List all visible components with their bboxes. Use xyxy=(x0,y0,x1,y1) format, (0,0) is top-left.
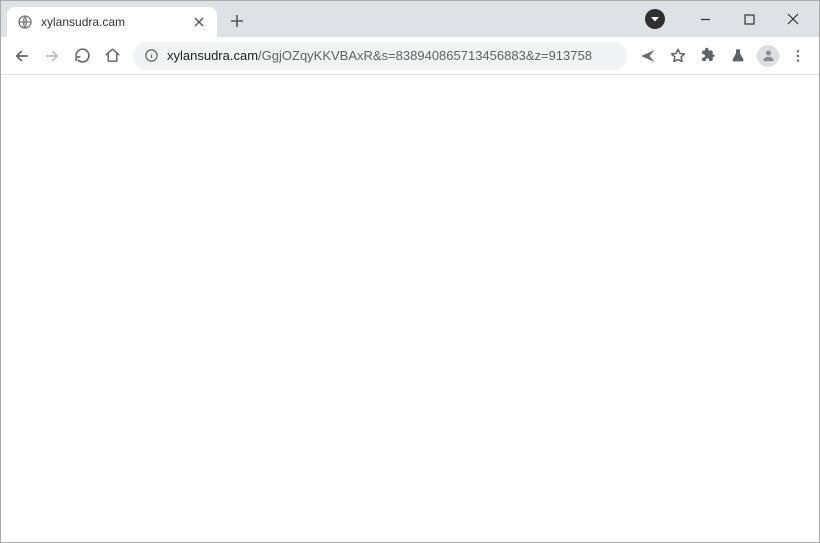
browser-tab[interactable]: xylansudra.cam xyxy=(7,7,217,37)
back-button[interactable] xyxy=(7,41,37,71)
extension-badge-icon[interactable] xyxy=(645,9,665,29)
site-info-icon[interactable] xyxy=(143,48,159,64)
url-domain: xylansudra.cam xyxy=(167,48,258,63)
page-content xyxy=(1,75,819,542)
send-icon[interactable] xyxy=(633,41,663,71)
bookmark-star-icon[interactable] xyxy=(663,41,693,71)
browser-toolbar: xylansudra.cam/GgjOZqyKKVBAxR&s=83894086… xyxy=(1,37,819,75)
tab-strip: xylansudra.cam xyxy=(1,1,645,37)
window-controls xyxy=(645,1,819,37)
minimize-button[interactable] xyxy=(683,5,727,33)
profile-avatar[interactable] xyxy=(753,41,783,71)
url-text: xylansudra.cam/GgjOZqyKKVBAxR&s=83894086… xyxy=(167,48,617,63)
person-icon xyxy=(757,45,779,67)
extensions-puzzle-icon[interactable] xyxy=(693,41,723,71)
tab-title: xylansudra.cam xyxy=(41,15,191,29)
maximize-button[interactable] xyxy=(727,5,771,33)
labs-flask-icon[interactable] xyxy=(723,41,753,71)
reload-button[interactable] xyxy=(67,41,97,71)
home-button[interactable] xyxy=(97,41,127,71)
menu-button[interactable] xyxy=(783,41,813,71)
window-titlebar: xylansudra.cam xyxy=(1,1,819,37)
globe-icon xyxy=(17,14,33,30)
address-bar[interactable]: xylansudra.cam/GgjOZqyKKVBAxR&s=83894086… xyxy=(133,42,627,70)
close-tab-button[interactable] xyxy=(191,14,207,30)
forward-button[interactable] xyxy=(37,41,67,71)
new-tab-button[interactable] xyxy=(223,7,251,35)
close-window-button[interactable] xyxy=(771,5,815,33)
url-path: /GgjOZqyKKVBAxR&s=838940865713456883&z=9… xyxy=(258,48,592,63)
